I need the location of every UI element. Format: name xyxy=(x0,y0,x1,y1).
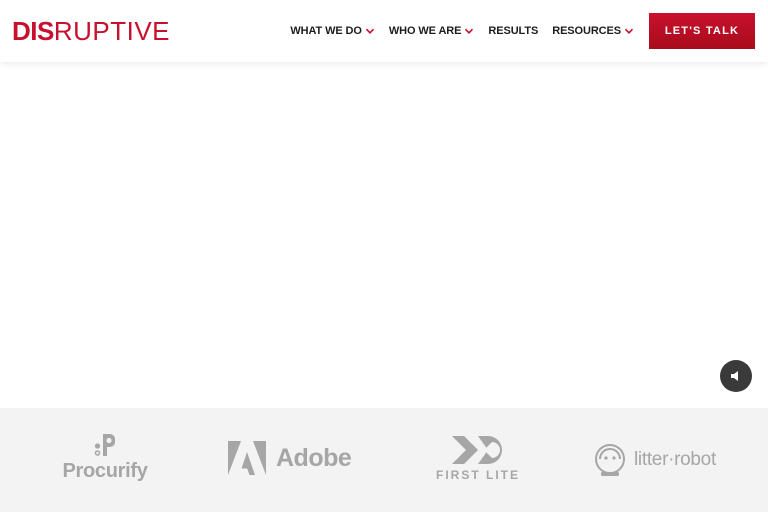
client-name: FIRST LITE xyxy=(436,468,520,482)
client-name: Procurify xyxy=(62,460,148,482)
nav-item-label: RESULTS xyxy=(488,25,539,37)
client-logo-first-lite: FIRST LITE xyxy=(430,434,526,486)
client-logo-adobe: Adobe xyxy=(228,440,352,476)
chevron-down-icon xyxy=(465,28,474,34)
procurify-logo-icon xyxy=(94,434,115,456)
chevron-down-icon xyxy=(365,28,374,34)
hero-video-area xyxy=(0,62,768,408)
nav-item-label: WHAT WE DO xyxy=(290,25,362,37)
nav-item-resources[interactable]: RESOURCES xyxy=(552,25,634,37)
nav-item-what-we-do[interactable]: WHAT WE DO xyxy=(290,25,375,37)
client-logo-procurify: Procurify xyxy=(60,432,150,488)
disruptive-logo[interactable]: DIS RUPTIVE xyxy=(12,17,170,45)
nav-item-who-we-are[interactable]: WHO WE ARE xyxy=(389,25,475,37)
lets-talk-button[interactable]: LET'S TALK xyxy=(649,13,755,49)
client-name: Adobe xyxy=(276,443,352,472)
client-name: litter·robot xyxy=(634,449,716,470)
litter-robot-logo-icon xyxy=(595,444,625,476)
main-nav: WHAT WE DO WHO WE ARE RESULTS RESOURCES xyxy=(290,22,634,40)
chevron-down-icon xyxy=(624,28,634,34)
nav-item-label: RESOURCES xyxy=(552,25,621,37)
adobe-logo-icon xyxy=(228,441,266,475)
nav-item-label: WHO WE ARE xyxy=(388,25,462,37)
mute-toggle-button[interactable] xyxy=(720,360,752,392)
client-logo-litter-robot: litter·robot xyxy=(592,442,716,478)
speaker-muted-icon xyxy=(731,371,738,381)
logo-bold-text: DIS xyxy=(12,16,54,46)
first-lite-logo-icon xyxy=(452,436,502,464)
site-header: DIS RUPTIVE WHAT WE DO WHO WE ARE RESULTS… xyxy=(0,0,768,62)
nav-item-results[interactable]: RESULTS xyxy=(488,25,538,37)
logo-rest-text: RUPTIVE xyxy=(53,16,171,46)
